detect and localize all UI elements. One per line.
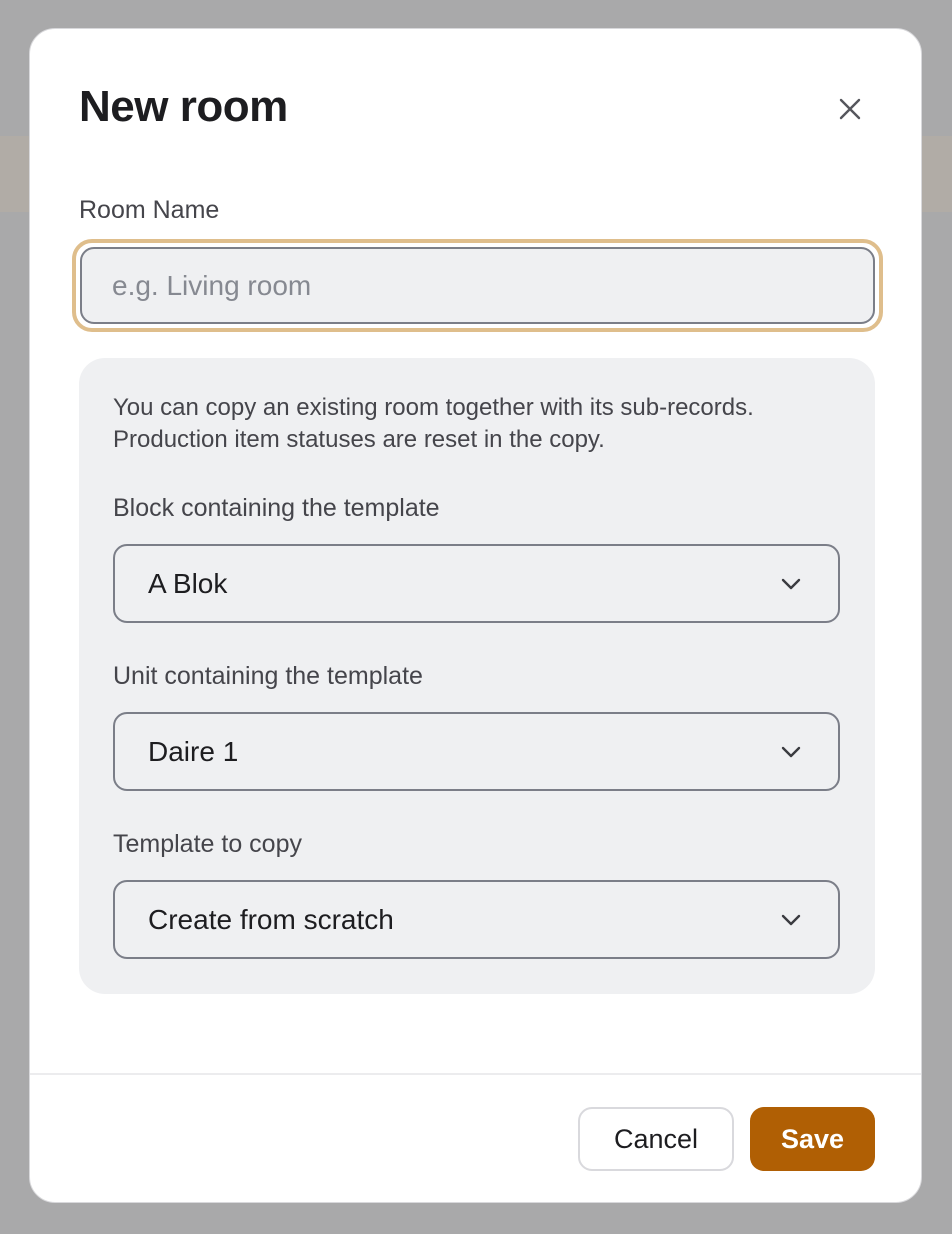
close-icon: [839, 98, 861, 120]
unit-select-label: Unit containing the template: [113, 662, 423, 690]
close-button[interactable]: [830, 89, 870, 129]
chevron-down-icon: [781, 746, 801, 758]
block-select-value: A Blok: [148, 568, 228, 599]
block-select-label: Block containing the template: [113, 494, 440, 522]
template-select-value: Create from scratch: [148, 904, 394, 935]
save-button[interactable]: Save: [750, 1107, 875, 1171]
chevron-down-icon: [781, 578, 801, 590]
template-select-label: Template to copy: [113, 830, 302, 858]
room-name-label: Room Name: [79, 196, 220, 224]
unit-select-value: Daire 1: [148, 736, 239, 767]
room-name-input[interactable]: [80, 247, 875, 324]
room-name-focus-ring: [72, 239, 883, 332]
footer-divider: [30, 1073, 921, 1075]
copy-template-panel: You can copy an existing room together w…: [79, 358, 875, 994]
template-select[interactable]: Create from scratch: [113, 880, 840, 959]
block-select[interactable]: A Blok: [113, 544, 840, 623]
copy-description-line-1: You can copy an existing room together w…: [113, 394, 754, 421]
dialog-title: New room: [79, 82, 288, 131]
copy-description: You can copy an existing room together w…: [113, 392, 853, 456]
unit-select[interactable]: Daire 1: [113, 712, 840, 791]
copy-description-line-2: Production item statuses are reset in th…: [113, 426, 605, 453]
new-room-dialog: New room Room Name You can copy an exist…: [29, 28, 922, 1203]
cancel-button[interactable]: Cancel: [578, 1107, 734, 1171]
chevron-down-icon: [781, 914, 801, 926]
